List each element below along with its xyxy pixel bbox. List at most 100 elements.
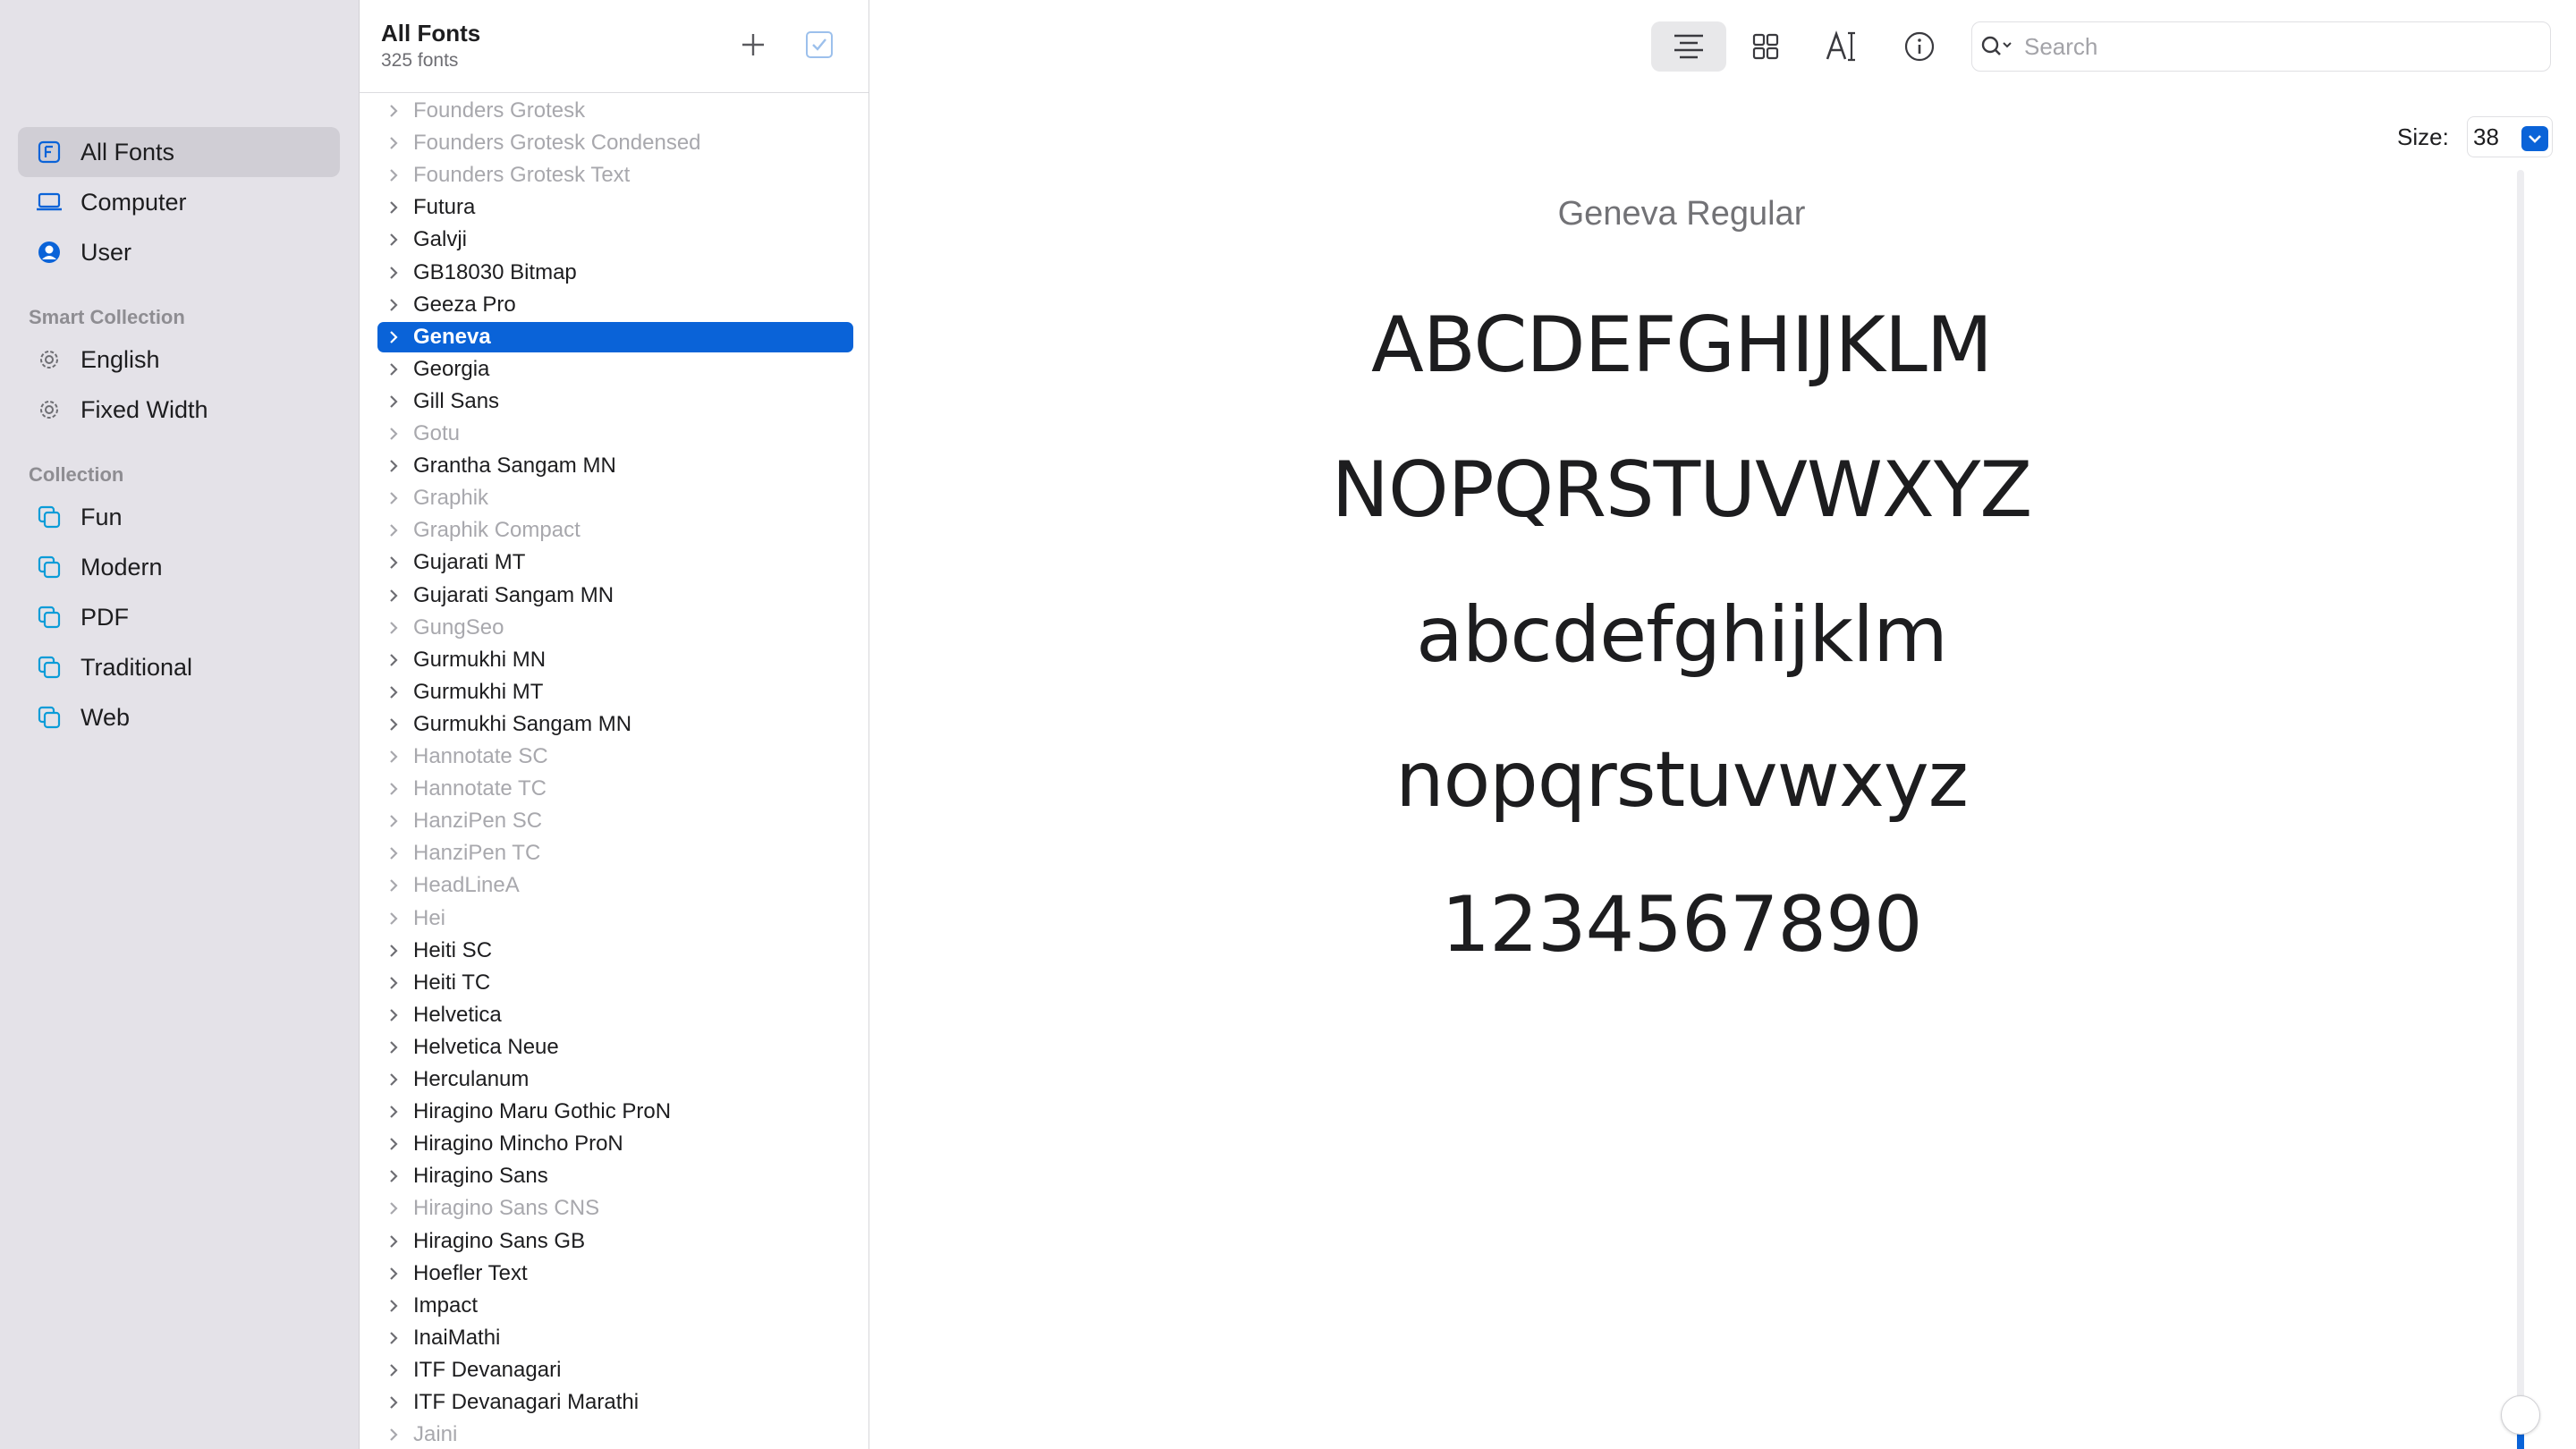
custom-text-button[interactable] <box>1805 21 1880 72</box>
font-row[interactable]: Jaini <box>377 1419 853 1449</box>
sidebar-item-all-fonts[interactable]: All Fonts <box>18 127 340 177</box>
font-row[interactable]: Hiragino Sans <box>377 1161 853 1191</box>
font-row[interactable]: HanziPen TC <box>377 838 853 869</box>
chevron-right-icon[interactable] <box>386 491 401 505</box>
sidebar-item-traditional[interactable]: Traditional <box>18 642 340 692</box>
chevron-right-icon[interactable] <box>386 1299 401 1313</box>
font-row[interactable]: Founders Grotesk Condensed <box>377 128 853 158</box>
chevron-right-icon[interactable] <box>386 944 401 958</box>
font-row[interactable]: Helvetica <box>377 1000 853 1030</box>
font-row[interactable]: Hannotate SC <box>377 741 853 772</box>
font-row[interactable]: Gujarati Sangam MN <box>377 580 853 611</box>
chevron-right-icon[interactable] <box>386 427 401 441</box>
chevron-right-icon[interactable] <box>386 362 401 377</box>
font-row[interactable]: Futura <box>377 192 853 223</box>
search-field[interactable] <box>1971 21 2551 72</box>
sidebar-item-fun[interactable]: Fun <box>18 492 340 542</box>
font-row[interactable]: ITF Devanagari <box>377 1355 853 1385</box>
font-row[interactable]: HanziPen SC <box>377 806 853 836</box>
font-row[interactable]: Georgia <box>377 354 853 385</box>
chevron-right-icon[interactable] <box>386 266 401 280</box>
font-row[interactable]: Grantha Sangam MN <box>377 451 853 481</box>
sidebar-item-fixed-width[interactable]: Fixed Width <box>18 385 340 435</box>
chevron-right-icon[interactable] <box>386 1267 401 1281</box>
font-row[interactable]: ITF Devanagari Marathi <box>377 1387 853 1418</box>
font-row[interactable]: Hiragino Maru Gothic ProN <box>377 1097 853 1127</box>
chevron-right-icon[interactable] <box>386 104 401 118</box>
chevron-right-icon[interactable] <box>386 523 401 538</box>
info-button[interactable] <box>1882 21 1957 72</box>
sidebar-item-english[interactable]: English <box>18 335 340 385</box>
chevron-right-icon[interactable] <box>386 1169 401 1183</box>
chevron-right-icon[interactable] <box>386 555 401 570</box>
font-row[interactable]: Gill Sans <box>377 386 853 417</box>
sidebar-item-pdf[interactable]: PDF <box>18 592 340 642</box>
font-row[interactable]: Founders Grotesk <box>377 96 853 126</box>
font-row[interactable]: Geeza Pro <box>377 290 853 320</box>
chevron-right-icon[interactable] <box>386 1137 401 1151</box>
font-row[interactable]: Impact <box>377 1291 853 1321</box>
chevron-right-icon[interactable] <box>386 1201 401 1216</box>
font-row[interactable]: Gujarati MT <box>377 547 853 578</box>
size-slider-track[interactable] <box>2517 170 2524 1449</box>
font-row[interactable]: Heiti TC <box>377 968 853 998</box>
font-row[interactable]: Gurmukhi MT <box>377 677 853 708</box>
font-row[interactable]: Gotu <box>377 419 853 449</box>
font-row[interactable]: Geneva <box>377 322 853 352</box>
chevron-right-icon[interactable] <box>386 1331 401 1345</box>
chevron-right-icon[interactable] <box>386 394 401 409</box>
font-row[interactable]: GB18030 Bitmap <box>377 258 853 288</box>
chevron-right-icon[interactable] <box>386 846 401 860</box>
font-row[interactable]: Galvji <box>377 225 853 255</box>
font-row[interactable]: GungSeo <box>377 613 853 643</box>
sidebar-item-computer[interactable]: Computer <box>18 177 340 227</box>
chevron-right-icon[interactable] <box>386 1072 401 1087</box>
size-dropdown-button[interactable] <box>2521 126 2548 151</box>
font-row[interactable]: Gurmukhi MN <box>377 645 853 675</box>
font-row[interactable]: Gurmukhi Sangam MN <box>377 709 853 740</box>
size-slider-thumb[interactable] <box>2501 1395 2540 1435</box>
sidebar-item-user[interactable]: User <box>18 227 340 277</box>
chevron-right-icon[interactable] <box>386 621 401 635</box>
font-row[interactable]: Helvetica Neue <box>377 1032 853 1063</box>
chevron-right-icon[interactable] <box>386 1008 401 1022</box>
chevron-right-icon[interactable] <box>386 1395 401 1410</box>
font-row[interactable]: Hiragino Sans GB <box>377 1226 853 1257</box>
font-row[interactable]: Founders Grotesk Text <box>377 160 853 191</box>
chevron-right-icon[interactable] <box>386 1363 401 1377</box>
font-row[interactable]: Heiti SC <box>377 936 853 966</box>
chevron-right-icon[interactable] <box>386 136 401 150</box>
validate-fonts-button[interactable] <box>803 29 835 61</box>
font-row[interactable]: Hei <box>377 903 853 934</box>
chevron-right-icon[interactable] <box>386 976 401 990</box>
font-row[interactable]: Hannotate TC <box>377 774 853 804</box>
chevron-right-icon[interactable] <box>386 717 401 732</box>
chevron-right-icon[interactable] <box>386 1040 401 1055</box>
chevron-right-icon[interactable] <box>386 653 401 667</box>
chevron-right-icon[interactable] <box>386 459 401 473</box>
chevron-right-icon[interactable] <box>386 814 401 828</box>
chevron-right-icon[interactable] <box>386 911 401 926</box>
size-combo[interactable]: 38 <box>2467 116 2553 157</box>
font-row[interactable]: Graphik Compact <box>377 515 853 546</box>
font-row[interactable]: Hiragino Sans CNS <box>377 1193 853 1224</box>
chevron-right-icon[interactable] <box>386 1234 401 1249</box>
chevron-right-icon[interactable] <box>386 298 401 312</box>
add-font-button[interactable] <box>735 27 771 63</box>
font-row[interactable]: HeadLineA <box>377 870 853 901</box>
font-row[interactable]: Hiragino Mincho ProN <box>377 1129 853 1159</box>
chevron-right-icon[interactable] <box>386 750 401 764</box>
font-row[interactable]: Hoefler Text <box>377 1258 853 1289</box>
sidebar-item-web[interactable]: Web <box>18 692 340 742</box>
chevron-right-icon[interactable] <box>386 878 401 893</box>
font-row[interactable]: InaiMathi <box>377 1323 853 1353</box>
chevron-right-icon[interactable] <box>386 330 401 344</box>
size-value[interactable]: 38 <box>2473 123 2499 151</box>
sidebar-item-modern[interactable]: Modern <box>18 542 340 592</box>
font-row[interactable]: Graphik <box>377 483 853 513</box>
chevron-right-icon[interactable] <box>386 233 401 247</box>
chevron-right-icon[interactable] <box>386 200 401 215</box>
chevron-right-icon[interactable] <box>386 1428 401 1442</box>
font-row[interactable]: Herculanum <box>377 1064 853 1095</box>
chevron-right-icon[interactable] <box>386 168 401 182</box>
